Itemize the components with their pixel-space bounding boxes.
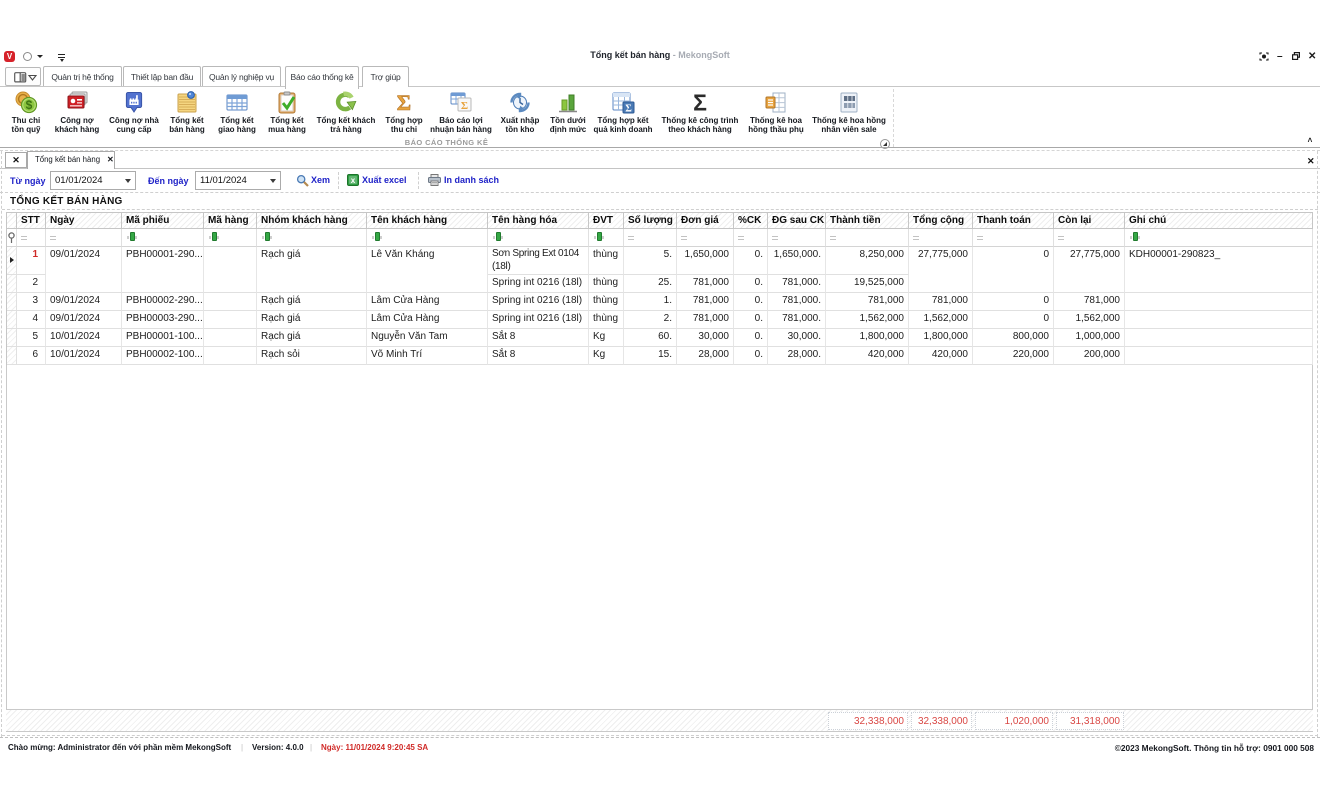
- svg-text:Σ: Σ: [461, 100, 468, 112]
- svg-text:x: x: [351, 176, 356, 185]
- svg-text:Σ: Σ: [625, 104, 632, 115]
- svg-text:Σ: Σ: [397, 91, 411, 114]
- svg-text:Σ: Σ: [693, 91, 707, 114]
- svg-text:$: $: [26, 98, 33, 112]
